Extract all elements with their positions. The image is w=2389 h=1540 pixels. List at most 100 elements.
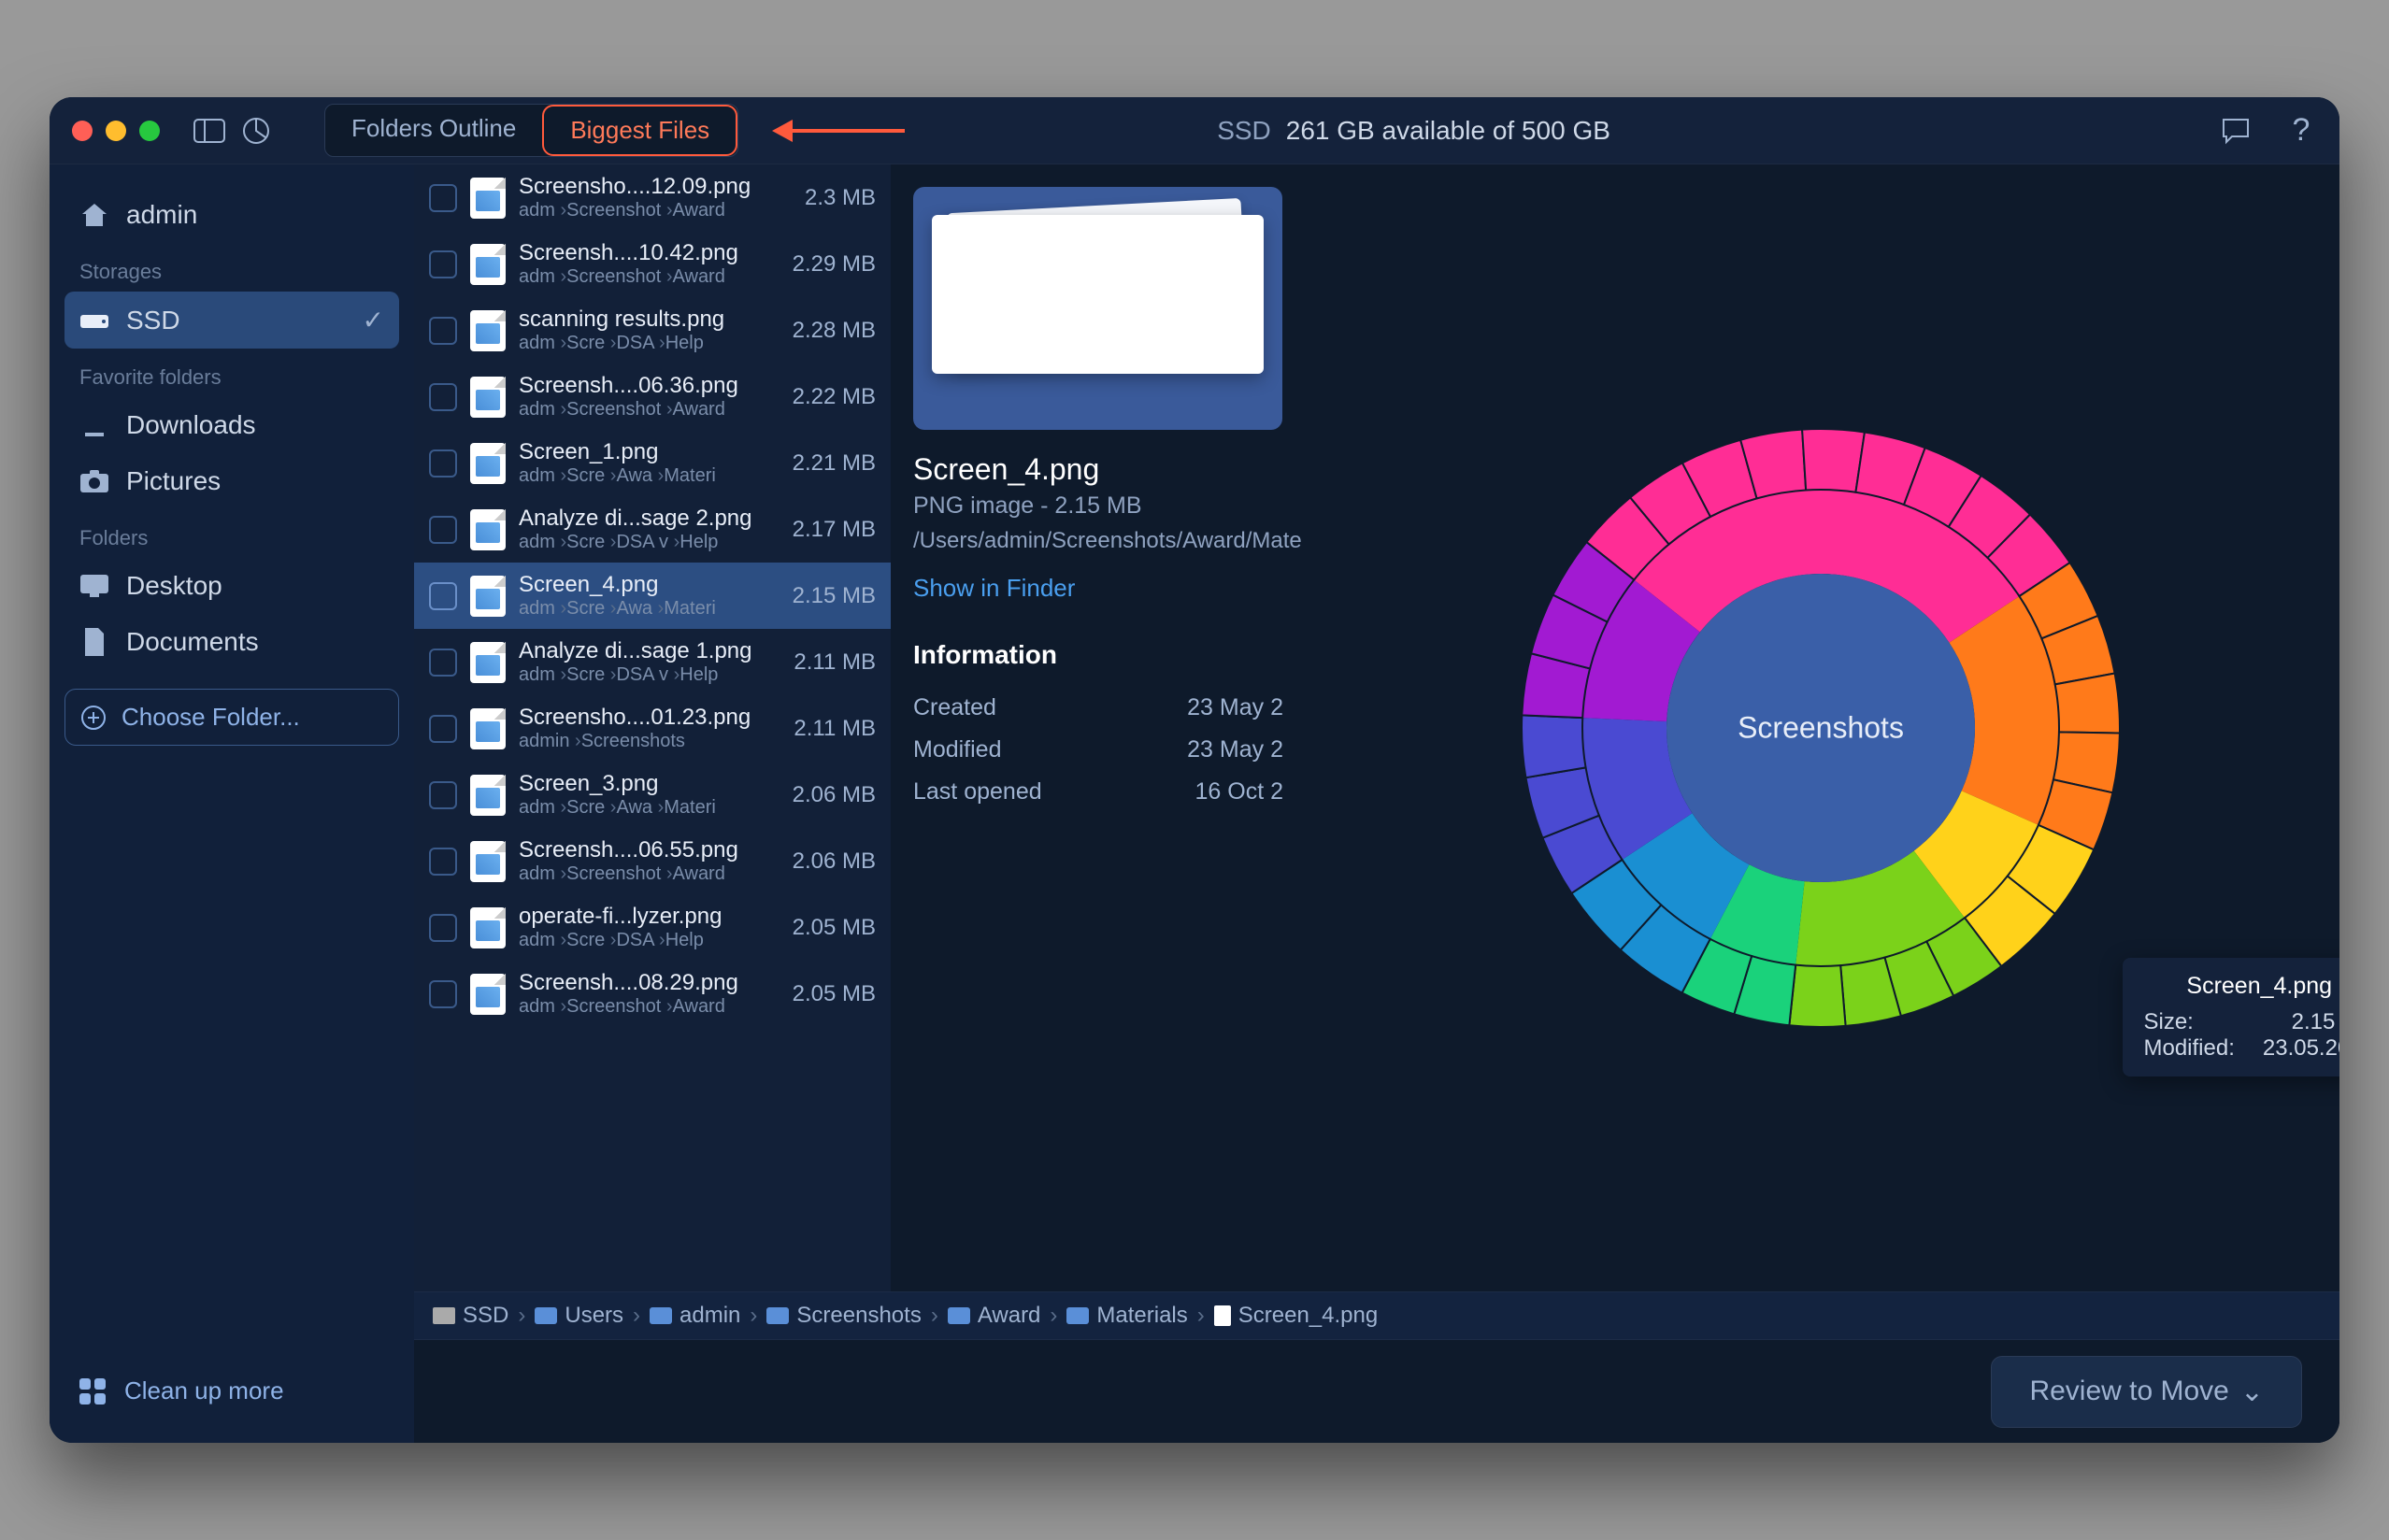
sidebar-toggle-icon[interactable] — [193, 118, 225, 144]
file-row[interactable]: Screensh....10.42.png admScreenshotAward… — [414, 231, 891, 297]
info-row-last-opened: Last opened 16 Oct 2 — [913, 771, 1283, 813]
breadcrumb-item[interactable]: Award — [948, 1303, 1041, 1329]
file-row[interactable]: Analyze di...sage 1.png admScreDSA vHelp… — [414, 629, 891, 695]
detail-fullpath: /Users/admin/Screenshots/Award/Materials… — [913, 525, 1283, 557]
review-button-label: Review to Move — [2029, 1376, 2228, 1407]
file-checkbox[interactable] — [429, 516, 457, 544]
file-size: 2.29 MB — [773, 251, 876, 278]
file-name: Screensho....01.23.png — [519, 705, 760, 731]
plus-circle-icon — [80, 705, 107, 731]
file-checkbox[interactable] — [429, 781, 457, 809]
file-type-icon — [470, 907, 506, 948]
footer: Review to Move ⌄ — [414, 1340, 2339, 1443]
tab-folders-outline[interactable]: Folders Outline — [325, 105, 542, 156]
file-path: admScreenshotAward — [519, 996, 760, 1018]
file-row[interactable]: Analyze di...sage 2.png admScreDSA vHelp… — [414, 496, 891, 563]
file-checkbox[interactable] — [429, 649, 457, 677]
annotation-arrow — [772, 120, 905, 142]
folder-icon — [650, 1307, 672, 1324]
detail-title: Screen_4.png — [913, 452, 1283, 487]
breadcrumb-item[interactable]: Users — [535, 1303, 623, 1329]
section-folders-label: Folders — [64, 509, 399, 558]
storage-summary: SSD 261 GB available of 500 GB — [1217, 116, 1610, 146]
tooltip-title: Screen_4.png — [2143, 973, 2339, 1000]
file-path: admScreenshotAward — [519, 399, 760, 421]
feedback-icon[interactable] — [2220, 118, 2252, 144]
file-name: Screen_1.png — [519, 439, 760, 465]
file-name: scanning results.png — [519, 307, 760, 333]
chart-center-label: Screenshots — [1738, 711, 1904, 746]
file-path: admScreenshotAward — [519, 863, 760, 885]
chart-view-icon[interactable] — [240, 118, 272, 144]
file-checkbox[interactable] — [429, 250, 457, 278]
chevron-down-icon: ⌄ — [2240, 1376, 2264, 1408]
sidebar-item-desktop[interactable]: Desktop — [64, 558, 399, 614]
info-section-title: Information — [913, 640, 1283, 670]
file-row[interactable]: Screen_1.png admScreAwaMateri 2.21 MB — [414, 430, 891, 496]
file-checkbox[interactable] — [429, 449, 457, 478]
file-name: Screensho....12.09.png — [519, 174, 760, 200]
file-checkbox[interactable] — [429, 582, 457, 610]
file-size: 2.3 MB — [773, 185, 876, 211]
main-area: Screensho....12.09.png admScreenshotAwar… — [414, 164, 2339, 1443]
file-name: Analyze di...sage 2.png — [519, 506, 760, 532]
file-row[interactable]: Screen_3.png admScreAwaMateri 2.06 MB — [414, 762, 891, 828]
breadcrumb-item[interactable]: admin — [650, 1303, 740, 1329]
file-checkbox[interactable] — [429, 317, 457, 345]
close-window-button[interactable] — [72, 121, 93, 141]
file-checkbox[interactable] — [429, 184, 457, 212]
downloads-icon — [79, 412, 109, 438]
file-list[interactable]: Screensho....12.09.png admScreenshotAwar… — [414, 164, 891, 1291]
breadcrumb-item[interactable]: Screenshots — [766, 1303, 921, 1329]
file-checkbox[interactable] — [429, 848, 457, 876]
file-checkbox[interactable] — [429, 383, 457, 411]
sidebar-item-documents[interactable]: Documents — [64, 614, 399, 670]
breadcrumb-item[interactable]: Materials — [1066, 1303, 1187, 1329]
file-row[interactable]: Screensh....06.36.png admScreenshotAward… — [414, 364, 891, 430]
choose-folder-button[interactable]: Choose Folder... — [64, 689, 399, 746]
section-storages-label: Storages — [64, 243, 399, 292]
file-size: 2.28 MB — [773, 318, 876, 344]
help-icon[interactable]: ? — [2285, 118, 2317, 144]
sidebar-item-ssd[interactable]: SSD ✓ — [64, 292, 399, 349]
file-type-icon — [470, 509, 506, 550]
show-in-finder-link[interactable]: Show in Finder — [913, 574, 1283, 603]
file-row[interactable]: Screensh....06.55.png admScreenshotAward… — [414, 828, 891, 894]
tab-biggest-files[interactable]: Biggest Files — [542, 105, 737, 156]
file-row[interactable]: Screensho....12.09.png admScreenshotAwar… — [414, 164, 891, 231]
file-preview — [913, 187, 1282, 430]
sidebar-item-downloads[interactable]: Downloads — [64, 397, 399, 453]
sidebar-item-home[interactable]: admin — [64, 187, 399, 243]
chart-tooltip: Screen_4.png Size:2.15 MB Modified:23.05… — [2123, 958, 2339, 1077]
breadcrumb-item[interactable]: SSD — [433, 1303, 508, 1329]
camera-icon — [79, 468, 109, 494]
file-row[interactable]: Screensh....08.29.png admScreenshotAward… — [414, 961, 891, 1027]
file-size: 2.05 MB — [773, 981, 876, 1007]
file-path: admScreDSA vHelp — [519, 532, 760, 553]
file-row[interactable]: scanning results.png admScreDSAHelp 2.28… — [414, 297, 891, 364]
sunburst-chart[interactable]: Screenshots Screen_4.png Size:2.15 MB Mo… — [1302, 164, 2339, 1291]
file-path: admScreDSAHelp — [519, 930, 760, 951]
file-type-icon — [470, 178, 506, 219]
file-checkbox[interactable] — [429, 715, 457, 743]
file-type-icon — [470, 310, 506, 351]
grid-icon — [79, 1378, 106, 1405]
file-checkbox[interactable] — [429, 980, 457, 1008]
zoom-window-button[interactable] — [139, 121, 160, 141]
review-to-move-button[interactable]: Review to Move ⌄ — [1991, 1356, 2302, 1428]
file-row[interactable]: Screensho....01.23.png adminScreenshots … — [414, 695, 891, 762]
file-type-icon — [470, 576, 506, 617]
file-checkbox[interactable] — [429, 914, 457, 942]
file-type-icon — [470, 974, 506, 1015]
file-name: operate-fi...lyzer.png — [519, 904, 760, 930]
file-row[interactable]: Screen_4.png admScreAwaMateri 2.15 MB — [414, 563, 891, 629]
minimize-window-button[interactable] — [106, 121, 126, 141]
sidebar-home-label: admin — [126, 200, 197, 230]
breadcrumb-item[interactable]: Screen_4.png — [1214, 1303, 1378, 1329]
cleanup-more-button[interactable]: Clean up more — [64, 1362, 399, 1420]
file-size: 2.06 MB — [773, 848, 876, 875]
view-tabs: Folders Outline Biggest Files — [324, 104, 738, 157]
check-icon: ✓ — [363, 305, 384, 335]
file-row[interactable]: operate-fi...lyzer.png admScreDSAHelp 2.… — [414, 894, 891, 961]
sidebar-item-pictures[interactable]: Pictures — [64, 453, 399, 509]
